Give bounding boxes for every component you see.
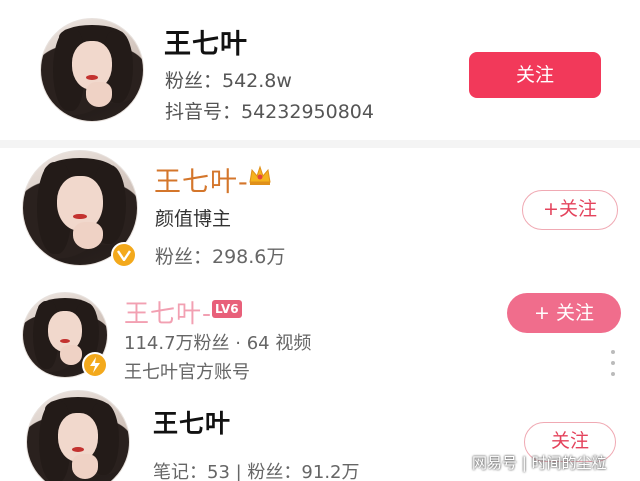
avatar[interactable] xyxy=(40,18,144,122)
divider xyxy=(0,140,640,148)
more-options-icon[interactable] xyxy=(608,350,618,376)
follow-button[interactable]: 关注 xyxy=(469,52,601,98)
account-id: 抖音号：54232950804 xyxy=(165,101,374,123)
account-name: 王七叶 xyxy=(164,29,248,60)
result-card-1[interactable]: 王七叶 粉丝：542.8w 抖音号：54232950804 关注 xyxy=(0,0,640,140)
stats-line: 114.7万粉丝 · 64 视频 xyxy=(124,333,312,354)
watermark: 网易号 | 时间的尘粒 xyxy=(472,454,607,472)
result-card-3[interactable]: 王七叶- LV6 114.7万粉丝 · 64 视频 王七叶官方账号 + 关注 xyxy=(0,284,640,384)
account-category: 颜值博主 xyxy=(155,208,232,230)
follower-count: 粉丝：542.8w xyxy=(165,70,292,92)
account-name: 王七叶- xyxy=(124,299,213,328)
stats-line: 笔记：53 | 粉丝：91.2万 xyxy=(153,462,360,481)
level-badge: LV6 xyxy=(212,300,242,318)
lightning-icon xyxy=(82,352,108,378)
account-name: 王七叶 xyxy=(153,409,232,438)
result-card-2[interactable]: 王七叶- 颜值博主 粉丝：298.6万 +关注 xyxy=(0,148,640,280)
crown-icon xyxy=(248,164,272,186)
account-name: 王七叶- xyxy=(154,167,249,198)
follower-count: 粉丝：298.6万 xyxy=(155,246,286,268)
account-description: 王七叶官方账号 xyxy=(124,362,250,383)
avatar[interactable] xyxy=(26,390,130,481)
follow-button[interactable]: + 关注 xyxy=(507,293,621,333)
follow-button[interactable]: +关注 xyxy=(522,190,618,230)
verified-icon xyxy=(111,242,137,268)
